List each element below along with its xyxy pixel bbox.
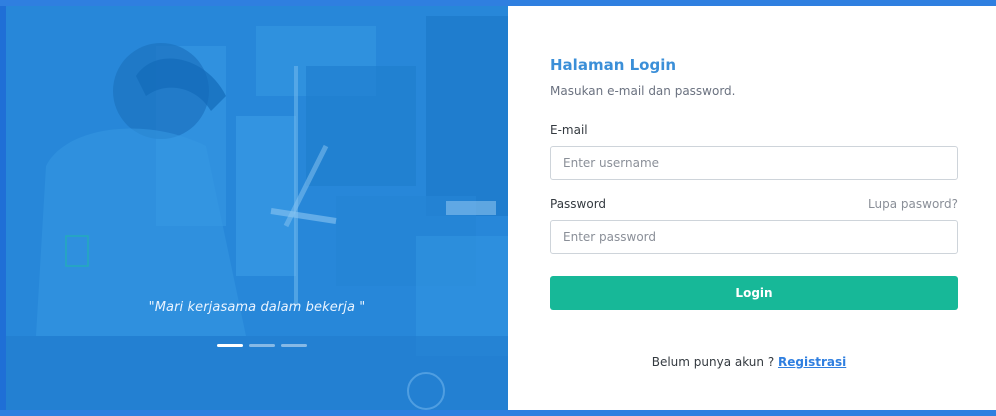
register-prompt-text: Belum punya akun ? [651,355,779,369]
carousel-indicator-3[interactable] [281,344,307,347]
register-prompt: Belum punya akun ? Registrasi [508,355,990,369]
password-label: Password [550,197,607,211]
forgot-password-link[interactable]: Lupa pasword? [868,197,958,211]
hero-panel: "Mari kerjasama dalam bekerja " [6,6,508,410]
register-link[interactable]: Registrasi [778,355,846,369]
carousel-indicator-1[interactable] [217,344,243,347]
email-field[interactable] [550,146,958,180]
hero-overlay [6,6,508,410]
login-button[interactable]: Login [550,276,958,310]
email-label: E-mail [550,123,588,137]
carousel-indicator-2[interactable] [249,344,275,347]
login-panel: Halaman Login Masukan e-mail dan passwor… [508,6,990,410]
hero-quote: "Mari kerjasama dalam bekerja " [148,300,366,315]
bottom-border [0,410,996,416]
password-field[interactable] [550,220,958,254]
right-border [990,6,996,410]
page-subtitle: Masukan e-mail dan password. [550,84,736,98]
page-title: Halaman Login [550,56,677,74]
carousel-indicators [217,344,317,348]
